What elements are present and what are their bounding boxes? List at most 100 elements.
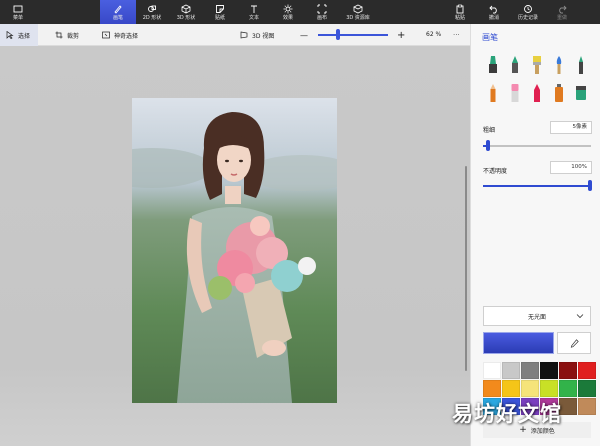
secondary-toolbar: 选择 裁剪 神奇选择 3D 视图 — + 62 % ··· — [0, 24, 470, 46]
zoom-value: 62 % — [426, 31, 442, 38]
photo-image — [132, 98, 337, 403]
library-3d-icon — [353, 4, 363, 13]
zoom-out-button[interactable]: — — [300, 24, 308, 46]
brush-oil[interactable] — [527, 54, 547, 76]
zoom-in-button[interactable]: + — [397, 24, 405, 46]
palette-swatch[interactable] — [521, 380, 539, 397]
opacity-slider-track[interactable] — [483, 185, 591, 187]
palette-swatch[interactable] — [502, 380, 520, 397]
tab-3d-library[interactable]: 3D 资源库 — [340, 0, 376, 24]
eraser-icon — [511, 84, 519, 102]
crop-label: 裁剪 — [67, 32, 80, 40]
tab-effects-label: 效果 — [282, 14, 293, 21]
view-3d-icon — [240, 31, 248, 39]
redo-icon — [559, 5, 567, 13]
history-label: 历史记录 — [517, 14, 538, 21]
zoom-slider-thumb[interactable] — [336, 29, 340, 40]
view-3d-label: 3D 视图 — [252, 32, 275, 40]
tab-3d-shapes[interactable]: 3D 形状 — [168, 0, 204, 24]
chevron-down-icon — [576, 314, 584, 319]
tab-effects[interactable]: 效果 — [270, 0, 306, 24]
magic-select-icon — [102, 31, 110, 39]
cursor-icon — [6, 31, 14, 39]
tab-text[interactable]: 文本 — [236, 0, 272, 24]
undo-button[interactable]: 撤消 — [476, 0, 512, 24]
zoom-slider-track[interactable] — [318, 34, 388, 36]
magic-select-button[interactable]: 神奇选择 — [102, 24, 138, 46]
opacity-label: 不透明度 — [483, 168, 508, 175]
select-label: 选择 — [18, 32, 31, 40]
sticker-icon — [216, 4, 224, 13]
brush-pencil[interactable] — [483, 82, 503, 104]
watercolor-brush-icon — [556, 56, 562, 74]
tab-canvas[interactable]: 画布 — [304, 0, 340, 24]
thickness-slider-thumb[interactable] — [486, 140, 490, 151]
palette-swatch[interactable] — [483, 380, 501, 397]
crop-icon — [55, 31, 63, 39]
palette-swatch[interactable] — [559, 380, 577, 397]
pixel-pen-icon — [579, 56, 583, 74]
crop-button[interactable]: 裁剪 — [55, 24, 79, 46]
palette-swatch[interactable] — [521, 362, 539, 379]
palette-swatch[interactable] — [540, 380, 558, 397]
tab-brushes[interactable]: 画笔 — [100, 0, 136, 24]
tab-3d-library-label: 3D 资源库 — [346, 14, 370, 21]
calligraphy-pen-icon — [512, 56, 518, 73]
menu-button[interactable]: 菜单 — [0, 0, 36, 24]
paste-button[interactable]: 粘贴 — [442, 0, 478, 24]
brush-marker[interactable] — [483, 54, 503, 76]
palette-swatch[interactable] — [578, 398, 596, 415]
palette-swatch[interactable] — [578, 362, 596, 379]
current-color-swatch[interactable] — [483, 332, 554, 354]
tab-stickers[interactable]: 贴纸 — [202, 0, 238, 24]
marker-icon — [489, 56, 497, 73]
palette-swatch[interactable] — [540, 362, 558, 379]
portrait-photo[interactable] — [132, 98, 337, 403]
paste-label: 粘贴 — [454, 14, 465, 21]
brush-watercolor[interactable] — [549, 54, 569, 76]
more-button[interactable]: ··· — [453, 24, 460, 46]
zoom-in-label: + — [397, 29, 406, 41]
brush-eraser[interactable] — [505, 82, 525, 104]
brush-spray-can[interactable] — [549, 82, 569, 104]
vertical-scrollbar[interactable] — [465, 166, 467, 371]
brush-calligraphy-pen[interactable] — [505, 54, 525, 76]
tab-text-label: 文本 — [248, 14, 259, 21]
undo-icon — [489, 5, 497, 13]
palette-swatch[interactable] — [559, 362, 577, 379]
fill-bucket-icon — [576, 86, 586, 100]
more-label: ··· — [453, 31, 460, 39]
palette-swatch[interactable] — [502, 362, 520, 379]
select-button[interactable]: 选择 — [0, 24, 39, 46]
palette-swatch[interactable] — [578, 380, 596, 397]
magic-select-label: 神奇选择 — [114, 32, 139, 40]
thickness-input[interactable]: 5像素 — [550, 121, 592, 134]
thickness-slider-track[interactable] — [483, 145, 591, 147]
opacity-input[interactable]: 100% — [550, 161, 592, 174]
finish-select-value: 无光面 — [527, 313, 546, 321]
opacity-slider-thumb[interactable] — [588, 180, 592, 191]
clipboard-icon — [456, 4, 464, 13]
canvas-icon — [317, 4, 327, 13]
tab-2d-shapes[interactable]: 2D 形状 — [134, 0, 170, 24]
menu-label: 菜单 — [12, 14, 23, 21]
spray-can-icon — [555, 84, 563, 102]
top-toolbar: 菜单 画笔 2D 形状 3D 形状 贴纸 文本 效果 画布 3D 资源库 粘贴 … — [0, 0, 600, 24]
shapes-2d-icon — [148, 5, 156, 12]
brush-fill[interactable] — [571, 82, 591, 104]
brush-crayon[interactable] — [527, 82, 547, 104]
eyedropper-button[interactable] — [557, 332, 591, 354]
redo-label: 重做 — [556, 14, 567, 21]
pencil-icon — [490, 84, 496, 102]
finish-select[interactable]: 无光面 — [483, 306, 591, 326]
eyedropper-icon — [570, 338, 579, 348]
palette-swatch[interactable] — [483, 362, 501, 379]
history-button[interactable]: 历史记录 — [510, 0, 546, 24]
brush-pixel-pen[interactable] — [571, 54, 591, 76]
panel-title: 画笔 — [482, 33, 498, 42]
redo-button[interactable]: 重做 — [544, 0, 580, 24]
tab-3d-shapes-label: 3D 形状 — [176, 14, 196, 21]
brush-panel: 画笔 粗细 5像素 不透明度 100% 无光面 + 添加颜色 — [470, 24, 600, 446]
folder-icon — [13, 5, 23, 12]
view-3d-button[interactable]: 3D 视图 — [240, 24, 274, 46]
